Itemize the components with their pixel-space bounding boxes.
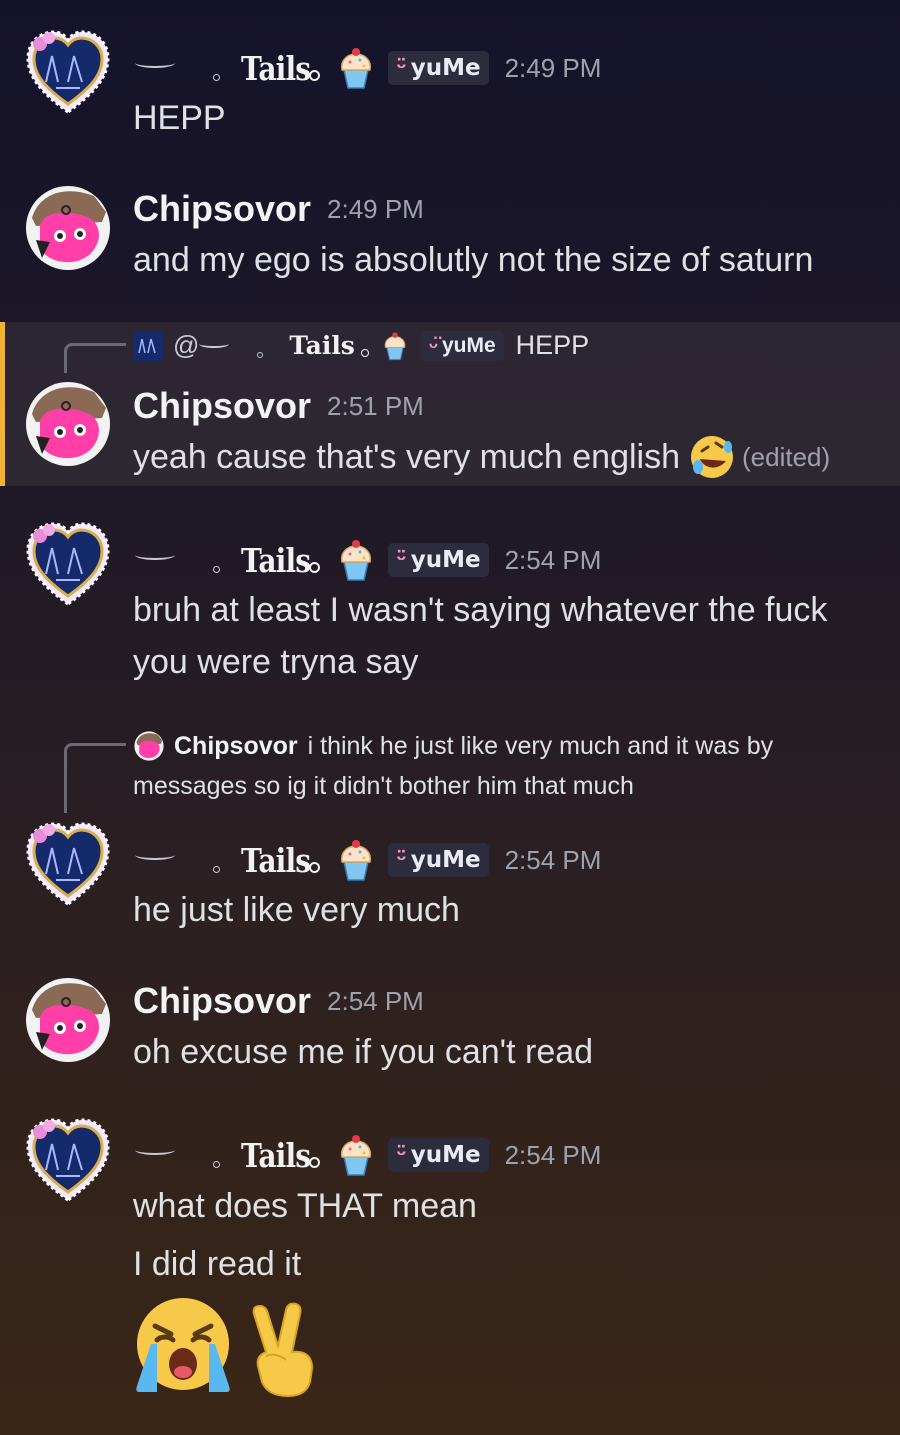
reply-role-tag: ᵕ̈ yuMe (420, 330, 504, 361)
chipsovor-avatar[interactable] (22, 378, 114, 470)
bunny-icon: ᵕ̈ (396, 1142, 407, 1168)
author-name[interactable]: Tails (241, 541, 311, 580)
reply-avatar (133, 330, 163, 361)
message-text: what does THAT mean (133, 1187, 477, 1225)
reply-text-continued: messages so ig it didn't bother him that… (133, 772, 634, 800)
circle-glyph (309, 69, 320, 81)
chipsovor-avatar[interactable] (22, 974, 114, 1066)
chipsovor-avatar[interactable] (22, 182, 114, 274)
message-text: HEPP (133, 99, 226, 137)
message-text: oh excuse me if you can't read (133, 1033, 594, 1071)
message-text: and my ego is absolutly not the size of … (133, 241, 814, 279)
cupcake-icon (340, 840, 372, 881)
bunny-icon: ᵕ̈ (428, 332, 438, 358)
role-tag-label: yuMe (410, 547, 481, 573)
name-decoration (133, 48, 241, 88)
reply-author-name: Tails (289, 331, 355, 360)
timestamp: 2:54 PM (504, 1139, 602, 1170)
bunny-icon: ᵕ̈ (396, 547, 407, 573)
role-tag-label: yuMe (410, 1142, 481, 1168)
reply-text: HEPP (515, 330, 590, 360)
tails-avatar[interactable] (22, 1114, 114, 1206)
reply-circle-glyph (360, 348, 369, 357)
reply-preview[interactable]: @ Tails ᵕ̈ yuMe HEPP (133, 330, 589, 361)
message-text: I did read it (133, 1245, 302, 1283)
timestamp: 2:54 PM (327, 985, 424, 1016)
circle-glyph (309, 561, 320, 573)
author-name[interactable]: Tails (241, 1136, 311, 1175)
role-tag[interactable]: ᵕ̈ yuMe (388, 51, 489, 85)
timestamp: 2:54 PM (504, 544, 602, 575)
author-name[interactable]: Chipsovor (133, 385, 311, 427)
message-text: yeah cause that's very much english (133, 438, 681, 476)
role-tag[interactable]: ᵕ̈ yuMe (388, 843, 489, 877)
author-name[interactable]: Tails (241, 49, 311, 88)
bunny-icon: ᵕ̈ (396, 55, 407, 81)
name-decoration (133, 840, 241, 880)
circle-glyph (309, 1156, 320, 1168)
role-tag-label: yuMe (410, 847, 481, 873)
reply-dot-glyph (257, 351, 264, 358)
role-tag[interactable]: ᵕ̈ yuMe (388, 543, 489, 577)
message-text: you were tryna say (133, 643, 419, 681)
timestamp: 2:49 PM (504, 52, 602, 83)
victory-hand-icon (252, 1302, 314, 1398)
role-tag-label: yuMe (410, 55, 481, 81)
author-name[interactable]: Chipsovor (133, 188, 311, 230)
reply-connector (64, 743, 126, 813)
loudly-crying-face-icon (136, 1298, 230, 1392)
role-tag[interactable]: ᵕ̈ yuMe (388, 1138, 489, 1172)
reply-text: i think he just like very much and it wa… (307, 731, 774, 760)
author-name[interactable]: Tails (241, 841, 311, 880)
timestamp: 2:54 PM (504, 844, 602, 875)
reply-preview[interactable]: Chipsovor i think he just like very much… (133, 730, 773, 762)
reply-arc-glyph (199, 340, 230, 348)
message-text: he just like very much (133, 891, 460, 929)
edited-label: (edited) (742, 442, 831, 472)
tails-avatar[interactable] (22, 818, 114, 910)
cupcake-icon (340, 1135, 372, 1176)
reply-cupcake-icon (384, 331, 406, 360)
circle-glyph (309, 861, 320, 873)
timestamp: 2:49 PM (327, 193, 424, 224)
reply-avatar (134, 731, 164, 761)
name-decoration (133, 1135, 241, 1175)
reply-mention: @ (173, 330, 200, 360)
name-decoration (133, 540, 241, 580)
reply-connector (64, 343, 126, 373)
reply-author-name: Chipsovor (174, 731, 298, 760)
reply-role-tag-label: yuMe (441, 333, 496, 357)
cupcake-icon (340, 540, 372, 581)
cupcake-icon (340, 48, 372, 89)
tails-avatar[interactable] (22, 26, 114, 118)
timestamp: 2:51 PM (327, 390, 424, 421)
message-text: bruh at least I wasn't saying whatever t… (133, 591, 828, 629)
tails-avatar[interactable] (22, 518, 114, 610)
bunny-icon: ᵕ̈ (396, 847, 407, 873)
author-name[interactable]: Chipsovor (133, 980, 311, 1022)
rofl-emoji-icon (691, 436, 734, 478)
